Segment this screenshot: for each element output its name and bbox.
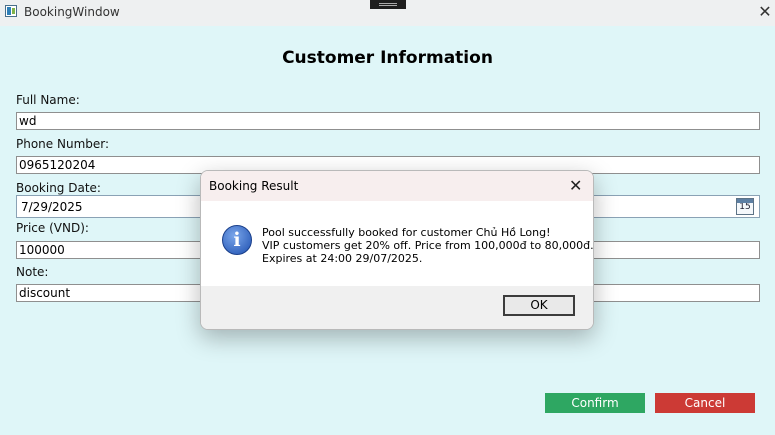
info-icon: i [222,225,252,255]
dialog-title: Booking Result [209,179,299,193]
cancel-button[interactable]: Cancel [655,393,755,413]
full-name-label: Full Name: [16,93,80,107]
ok-button[interactable]: OK [503,295,575,316]
full-name-field[interactable] [16,112,760,130]
calendar-icon[interactable]: 15 [736,198,754,215]
window-titlebar: BookingWindow ✕ [0,0,775,26]
booking-date-label: Booking Date: [16,181,101,195]
dialog-message-line: Pool successfully booked for customer Ch… [262,226,551,239]
dialog-close-icon[interactable]: ✕ [569,176,582,195]
dialog-message-line: VIP customers get 20% off. Price from 10… [262,239,594,252]
price-label: Price (VND): [16,221,89,235]
dialog-footer: OK [201,286,593,329]
booking-result-dialog: Booking Result ✕ i Pool successfully boo… [200,170,594,330]
window-close-icon[interactable]: ✕ [755,3,775,23]
booking-date-value: 7/29/2025 [21,200,83,214]
drag-handle[interactable] [370,0,406,9]
app-icon [5,5,17,17]
window-title: BookingWindow [24,5,120,19]
phone-label: Phone Number: [16,137,110,151]
page-title: Customer Information [282,48,493,68]
dialog-message-line: Expires at 24:00 29/07/2025. [262,252,423,265]
note-label: Note: [16,265,49,279]
confirm-button[interactable]: Confirm [545,393,645,413]
calendar-day: 15 [739,202,751,212]
dialog-titlebar: Booking Result ✕ [201,171,593,201]
